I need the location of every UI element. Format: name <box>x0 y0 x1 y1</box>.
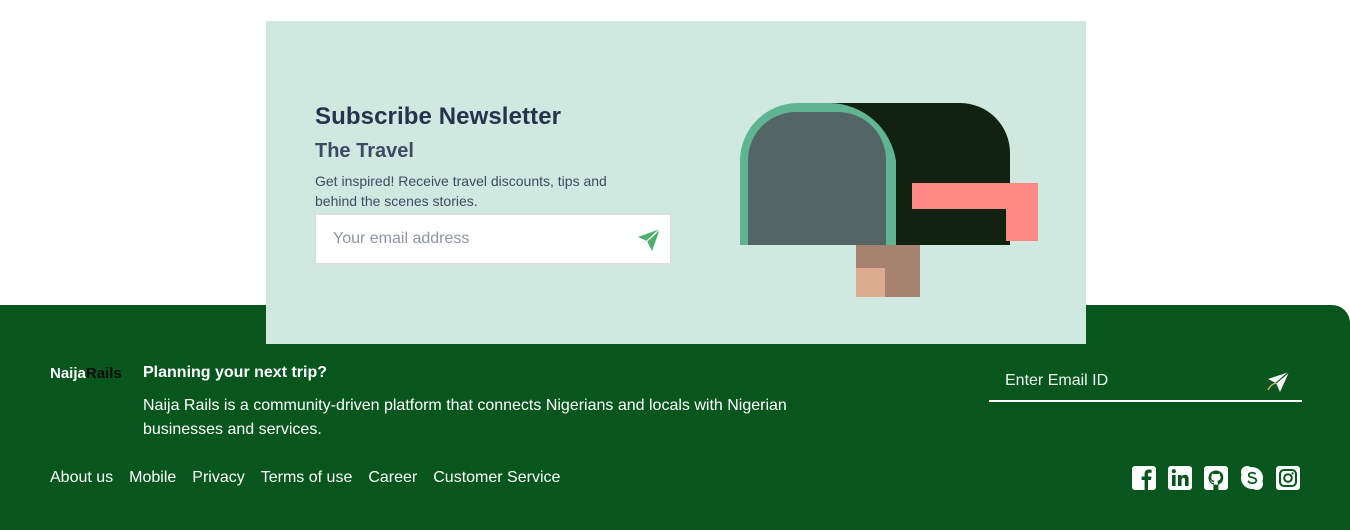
link-privacy[interactable]: Privacy <box>192 469 244 487</box>
brand-logo-rails: Rails <box>85 365 122 382</box>
mailbox-illustration <box>740 103 1038 297</box>
skype-icon[interactable] <box>1239 464 1265 492</box>
link-about-us[interactable]: About us <box>50 469 113 487</box>
footer-send-button[interactable] <box>1265 370 1291 394</box>
social-links <box>1131 464 1301 492</box>
newsletter-title: Subscribe Newsletter <box>315 103 562 130</box>
brand-logo-naija: Naija <box>50 365 86 382</box>
paper-plane-icon <box>638 228 661 251</box>
newsletter-card: Subscribe Newsletter The Travel Get insp… <box>266 21 1086 344</box>
github-icon[interactable] <box>1203 464 1229 492</box>
link-mobile[interactable]: Mobile <box>129 469 176 487</box>
paper-plane-icon <box>1267 371 1290 392</box>
newsletter-form <box>314 213 672 265</box>
footer-links: About us Mobile Privacy Terms of use Car… <box>50 469 576 487</box>
footer-heading: Planning your next trip? <box>143 364 328 381</box>
newsletter-description: Get inspired! Receive travel discounts, … <box>315 173 607 209</box>
facebook-icon[interactable] <box>1131 464 1157 492</box>
link-terms-of-use[interactable]: Terms of use <box>261 469 353 487</box>
newsletter-subtitle: The Travel <box>315 140 414 162</box>
footer-email-input[interactable] <box>989 362 1249 400</box>
page: Subscribe Newsletter The Travel Get insp… <box>0 0 1350 530</box>
link-customer-service[interactable]: Customer Service <box>433 469 560 487</box>
instagram-icon[interactable] <box>1275 464 1301 492</box>
footer-description: Naija Rails is a community-driven platfo… <box>143 397 787 438</box>
newsletter-send-button[interactable] <box>636 227 662 253</box>
newsletter-email-input[interactable] <box>316 215 626 263</box>
footer-email-form <box>989 362 1302 402</box>
brand-logo[interactable]: NaijaRails <box>50 365 122 382</box>
linkedin-icon[interactable] <box>1167 464 1193 492</box>
link-career[interactable]: Career <box>368 469 417 487</box>
